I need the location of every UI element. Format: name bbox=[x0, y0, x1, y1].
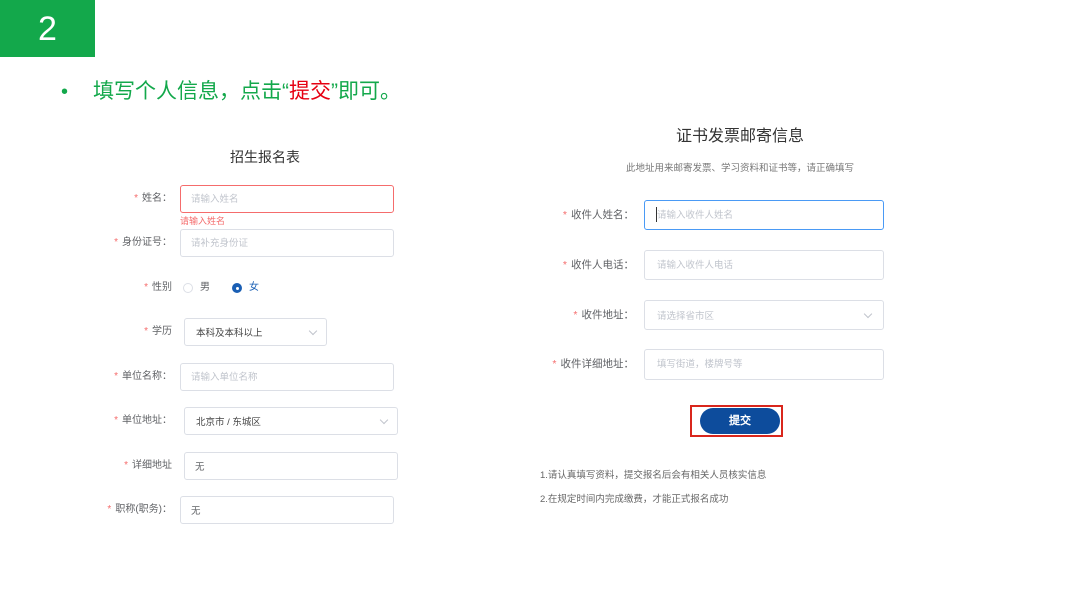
company-name-label-text: 单位名称： bbox=[122, 371, 172, 382]
required-mark: * bbox=[552, 358, 557, 370]
required-mark: * bbox=[573, 309, 578, 321]
name-label: * 姓名： bbox=[40, 192, 172, 206]
company-address-label: * 单位地址： bbox=[40, 414, 172, 428]
job-title-label: * 职称(职务)： bbox=[40, 503, 172, 517]
step-number: 2 bbox=[38, 9, 57, 48]
recipient-name-input[interactable] bbox=[644, 200, 884, 230]
detail-address-input[interactable] bbox=[184, 452, 398, 480]
company-name-label: * 单位名称： bbox=[40, 370, 172, 384]
detail-address-label-text: 详细地址 bbox=[132, 460, 172, 471]
id-number-label-text: 身份证号： bbox=[122, 237, 172, 248]
required-mark: * bbox=[124, 460, 128, 471]
mail-form-subtitle: 此地址用来邮寄发票、学习资料和证书等，请正确填写 bbox=[625, 163, 854, 174]
instruction-suffix: ”即可。 bbox=[331, 80, 401, 103]
name-error-message: 请输入姓名 bbox=[180, 216, 226, 226]
name-input[interactable] bbox=[180, 185, 394, 213]
submit-button[interactable]: 提交 bbox=[700, 408, 780, 434]
required-mark: * bbox=[114, 415, 118, 426]
required-mark: * bbox=[562, 259, 567, 271]
note-item: 2.在规定时间内完成缴费，才能正式报名成功 bbox=[540, 494, 729, 505]
recipient-name-label: * 收件人姓名： bbox=[500, 208, 634, 222]
education-select-value: 本科及本科以上 bbox=[196, 328, 263, 339]
recipient-region-select[interactable]: 请选择省市区 bbox=[644, 300, 884, 330]
required-mark: * bbox=[134, 193, 138, 204]
note-item: 1.请认真填写资料，提交报名后会有相关人员核实信息 bbox=[540, 470, 767, 481]
id-number-label: * 身份证号： bbox=[40, 236, 172, 250]
required-mark: * bbox=[144, 282, 148, 293]
enroll-form-title: 招生报名表 bbox=[230, 149, 300, 165]
bullet-icon: • bbox=[61, 81, 69, 103]
gender-male-radio[interactable] bbox=[183, 283, 193, 293]
gender-female-label[interactable]: 女 bbox=[249, 281, 259, 295]
recipient-phone-label: * 收件人电话： bbox=[500, 258, 634, 272]
name-label-text: 姓名： bbox=[142, 193, 172, 204]
chevron-down-icon bbox=[863, 309, 873, 318]
recipient-detail-label: * 收件详细地址： bbox=[500, 357, 634, 371]
education-label: * 学历 bbox=[40, 325, 172, 339]
id-number-input[interactable] bbox=[180, 229, 394, 257]
recipient-phone-label-text: 收件人电话： bbox=[571, 259, 634, 271]
required-mark: * bbox=[114, 237, 118, 248]
recipient-region-label-text: 收件地址： bbox=[581, 309, 635, 321]
recipient-detail-input[interactable] bbox=[644, 349, 884, 380]
job-title-label-text: 职称(职务)： bbox=[115, 504, 172, 515]
recipient-region-placeholder: 请选择省市区 bbox=[657, 311, 715, 322]
recipient-phone-input[interactable] bbox=[644, 250, 884, 280]
recipient-detail-label-text: 收件详细地址： bbox=[560, 358, 635, 370]
chevron-down-icon bbox=[379, 415, 389, 424]
company-address-select-value: 北京市 / 东城区 bbox=[196, 417, 261, 428]
required-mark: * bbox=[562, 209, 567, 221]
step-badge: 2 bbox=[0, 0, 95, 57]
required-mark: * bbox=[107, 504, 112, 515]
detail-address-label: * 详细地址 bbox=[40, 459, 172, 473]
gender-female-radio[interactable] bbox=[232, 283, 242, 293]
instruction-text: 填写个人信息，点击“提交”即可。 bbox=[93, 80, 401, 104]
instruction-highlight: 提交 bbox=[289, 80, 331, 103]
job-title-input[interactable] bbox=[180, 496, 394, 524]
recipient-name-label-text: 收件人姓名： bbox=[571, 209, 634, 221]
education-select[interactable]: 本科及本科以上 bbox=[184, 318, 327, 346]
company-address-select[interactable]: 北京市 / 东城区 bbox=[184, 407, 398, 435]
chevron-down-icon bbox=[308, 326, 318, 335]
company-name-input[interactable] bbox=[180, 363, 394, 391]
required-mark: * bbox=[144, 326, 148, 337]
gender-label: * 性别 bbox=[40, 281, 172, 295]
education-label-text: 学历 bbox=[152, 326, 172, 337]
gender-male-label[interactable]: 男 bbox=[200, 281, 210, 295]
instruction-prefix: 填写个人信息，点击“ bbox=[93, 80, 289, 103]
gender-label-text: 性别 bbox=[152, 282, 172, 293]
required-mark: * bbox=[114, 371, 118, 382]
mail-form-title: 证书发票邮寄信息 bbox=[675, 128, 804, 145]
text-cursor bbox=[656, 207, 657, 222]
company-address-label-text: 单位地址： bbox=[122, 415, 172, 426]
recipient-region-label: * 收件地址： bbox=[500, 308, 634, 322]
